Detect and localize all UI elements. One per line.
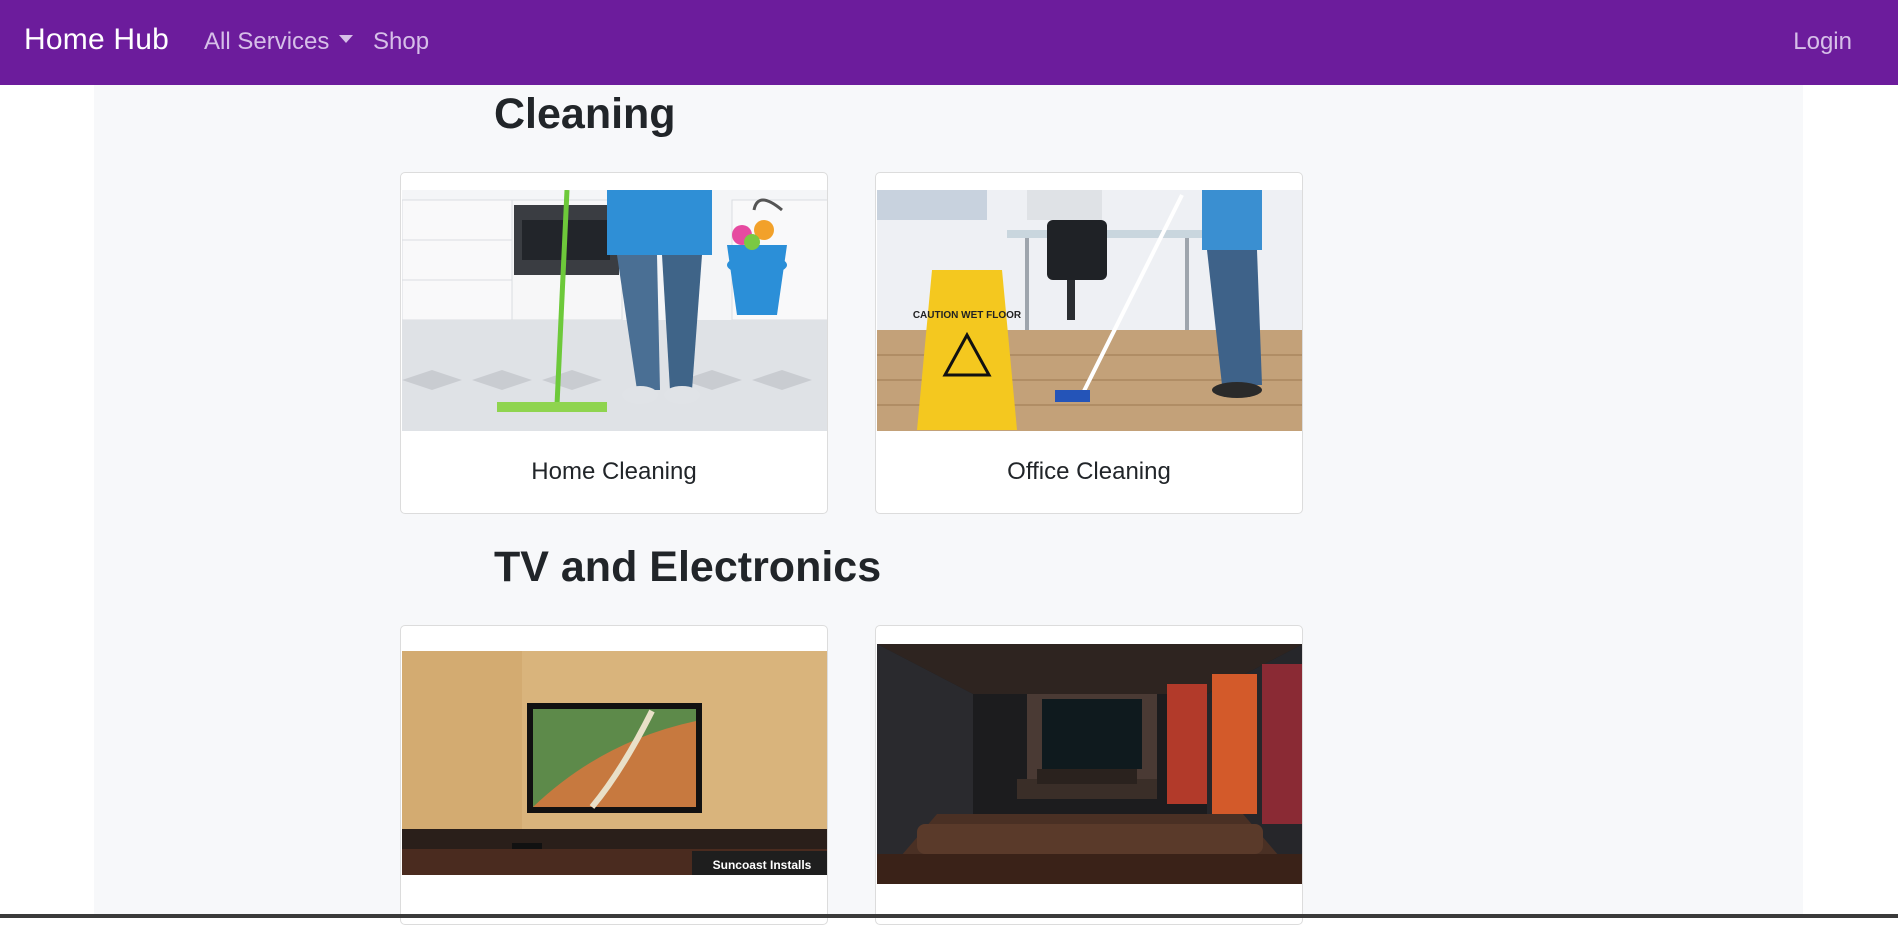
brand-link[interactable]: Home Hub — [24, 23, 169, 57]
card-title: Office Cleaning — [1007, 458, 1171, 485]
suncoast-watermark: Suncoast Installs — [713, 858, 812, 872]
login-link[interactable]: Login — [1793, 28, 1852, 56]
section-title-cleaning: Cleaning — [494, 90, 676, 138]
service-card-office-cleaning[interactable]: CAUTION WET FLOOR Office Cleaning — [875, 172, 1303, 514]
window-bottom-edge — [0, 914, 1898, 918]
navbar: Home Hub All Services Shop Login — [0, 0, 1898, 85]
shop-link[interactable]: Shop — [373, 28, 429, 56]
all-services-label: All Services — [204, 28, 330, 55]
main-content: Cleaning Home Cleaning CAUTION WET FLOOR… — [94, 85, 1803, 925]
service-card-tv-mounting[interactable]: Suncoast Installs — [400, 625, 828, 925]
home-cleaning-image — [402, 190, 827, 431]
tv-mounting-image: Suncoast Installs — [402, 651, 827, 875]
caret-down-icon — [339, 35, 354, 43]
wet-floor-sign-text: CAUTION WET FLOOR — [913, 310, 1022, 321]
section-title-tv-electronics: TV and Electronics — [494, 543, 882, 591]
all-services-dropdown[interactable]: All Services — [204, 28, 354, 56]
card-title: Home Cleaning — [531, 458, 697, 485]
service-card-home-cleaning[interactable]: Home Cleaning — [400, 172, 828, 514]
home-theater-image — [877, 644, 1302, 884]
office-cleaning-image: CAUTION WET FLOOR — [877, 190, 1302, 431]
service-card-home-theater[interactable] — [875, 625, 1303, 925]
